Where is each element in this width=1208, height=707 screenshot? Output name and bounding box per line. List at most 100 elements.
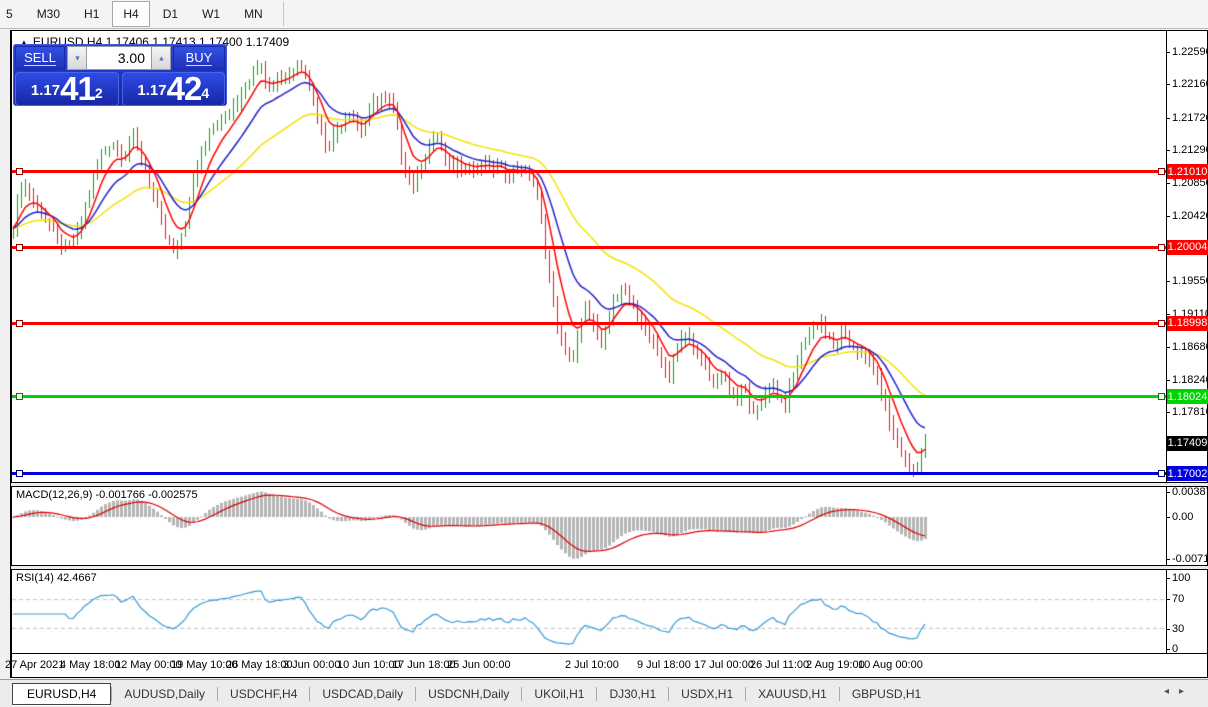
horizontal-level-line[interactable] bbox=[12, 395, 1166, 399]
x-axis-date-label: 17 Jul 00:00 bbox=[694, 659, 754, 671]
timeframe-button-5[interactable]: 5 bbox=[0, 1, 24, 27]
volume-decrease-button[interactable]: ▼ bbox=[67, 46, 87, 70]
level-line-handle[interactable] bbox=[1158, 319, 1165, 327]
level-line-handle[interactable] bbox=[16, 393, 23, 401]
sell-price-pip: 2 bbox=[94, 85, 103, 101]
x-axis-date-label: 9 Jul 18:00 bbox=[637, 659, 691, 671]
chart-tab-gbpusd[interactable]: GBPUSD,H1 bbox=[840, 684, 933, 704]
level-line-handle[interactable] bbox=[16, 319, 23, 327]
sell-button[interactable]: SELL bbox=[15, 46, 65, 70]
level-price-label: 1.21010 bbox=[1167, 164, 1208, 180]
horizontal-level-line[interactable] bbox=[12, 321, 1166, 325]
macd-axis-value-tick-mark bbox=[1166, 492, 1170, 493]
timeframe-button-h1[interactable]: H1 bbox=[73, 1, 110, 27]
tab-scroll-right-icon[interactable]: ▸ bbox=[1179, 686, 1194, 697]
level-line-handle[interactable] bbox=[1158, 168, 1165, 176]
rsi-axis-value-tick-mark bbox=[1166, 649, 1170, 650]
level-line-handle[interactable] bbox=[16, 470, 23, 478]
x-axis-date-label: 25 Jun 00:00 bbox=[447, 659, 511, 671]
level-line-handle[interactable] bbox=[1158, 243, 1165, 251]
chart-tab-eurusd[interactable]: EURUSD,H4 bbox=[12, 682, 112, 705]
price-axis-tick: 1.22590 bbox=[1172, 46, 1208, 58]
rsi-indicator-canvas[interactable] bbox=[12, 570, 1166, 652]
volume-input[interactable] bbox=[87, 47, 151, 69]
rsi-axis-value: 0 bbox=[1172, 643, 1179, 655]
chart-tab-bar: EURUSD,H4 AUDUSD,Daily USDCHF,H4 USDCAD,Dai… bbox=[0, 679, 1208, 707]
price-axis-tick: 1.18680 bbox=[1172, 340, 1208, 353]
tab-scroll-left-icon[interactable]: ◂ bbox=[1164, 686, 1179, 697]
up-arrow-icon: ▲ bbox=[157, 54, 165, 62]
price-axis-tick: 1.20420 bbox=[1172, 209, 1208, 222]
chart-tab-xauusd[interactable]: XAUUSD,H1 bbox=[746, 684, 839, 704]
timeframe-buttons-group: 5 M30 H1 H4 D1 W1 MN bbox=[0, 1, 275, 27]
price-axis-tick: 1.18240 bbox=[1172, 373, 1208, 386]
chart-tab-dj30[interactable]: DJ30,H1 bbox=[597, 684, 668, 704]
level-price-label: 1.18998 bbox=[1167, 315, 1208, 331]
macd-axis-value: 0.003873 bbox=[1172, 486, 1208, 498]
level-line-handle[interactable] bbox=[16, 168, 23, 176]
level-price-label: 1.20004 bbox=[1167, 239, 1208, 255]
price-axis-tick-mark bbox=[1166, 215, 1170, 217]
rsi-axis-value: 30 bbox=[1172, 623, 1185, 635]
price-axis-tick: 1.19550 bbox=[1172, 275, 1208, 288]
x-axis-date-label: 3 Jun 00:00 bbox=[283, 659, 341, 671]
price-axis-tick-mark bbox=[1166, 346, 1170, 348]
timeframe-toolbar: 5 M30 H1 H4 D1 W1 MN bbox=[0, 0, 1208, 29]
volume-increase-button[interactable]: ▲ bbox=[151, 46, 171, 70]
horizontal-level-line[interactable] bbox=[12, 170, 1166, 174]
rsi-axis-value-tick-mark bbox=[1166, 599, 1170, 600]
timeframe-button-mn[interactable]: MN bbox=[233, 1, 274, 27]
volume-field-wrap bbox=[87, 46, 151, 70]
chart-tab-usdchf[interactable]: USDCHF,H4 bbox=[218, 684, 309, 704]
chart-tab-audusd[interactable]: AUDUSD,Daily bbox=[112, 684, 217, 704]
timeframe-button-d1[interactable]: D1 bbox=[152, 1, 189, 27]
price-axis-tick-mark bbox=[1166, 281, 1170, 283]
chart-tab-usdcnh[interactable]: USDCNH,Daily bbox=[416, 684, 521, 704]
buy-price-display[interactable]: 1.17 42 4 bbox=[121, 72, 225, 106]
macd-axis-value: -0.00719 bbox=[1172, 553, 1208, 565]
level-line-handle[interactable] bbox=[1158, 393, 1165, 401]
price-axis-tick: 1.21290 bbox=[1172, 143, 1208, 156]
price-axis-tick-mark bbox=[1166, 117, 1170, 119]
chart-tab-usdx[interactable]: USDX,H1 bbox=[669, 684, 745, 704]
sell-price-small: 1.17 bbox=[30, 82, 61, 99]
rsi-axis-value-tick-mark bbox=[1166, 578, 1170, 579]
tab-scroll-arrows: ◂▸ bbox=[1164, 686, 1194, 697]
price-axis-tick-mark bbox=[1166, 379, 1170, 381]
down-arrow-icon: ▼ bbox=[73, 54, 81, 62]
level-line-handle[interactable] bbox=[16, 243, 23, 251]
x-axis-date-label: 26 Jul 11:00 bbox=[750, 659, 810, 671]
rsi-pane-bottom-border bbox=[11, 653, 1208, 654]
chart-tab-usdcad[interactable]: USDCAD,Daily bbox=[310, 684, 415, 704]
timeframe-button-m30[interactable]: M30 bbox=[26, 1, 71, 27]
x-axis-date-label: 2 Jul 10:00 bbox=[565, 659, 619, 671]
sell-price-big: 41 bbox=[60, 70, 96, 107]
level-price-label: 1.17002 bbox=[1167, 466, 1208, 482]
chart-tab-ukoil[interactable]: UKOil,H1 bbox=[522, 684, 596, 704]
price-axis-tick-mark bbox=[1166, 412, 1170, 414]
price-axis-tick: 1.22160 bbox=[1172, 78, 1208, 91]
x-axis-date-label: 27 Apr 2021 bbox=[5, 659, 65, 671]
horizontal-level-line[interactable] bbox=[12, 472, 1166, 476]
timeframe-button-h4[interactable]: H4 bbox=[112, 1, 150, 27]
price-axis-tick: 1.21720 bbox=[1172, 111, 1208, 124]
rsi-axis-value: 70 bbox=[1172, 593, 1185, 605]
one-click-trade-panel: SELL ▼ ▲ BUY 1.17412 1.17424 bbox=[13, 44, 227, 106]
trading-app-window: 5 M30 H1 H4 D1 W1 MN ▲ EURUSD,H4 1.17406 1.1741… bbox=[0, 0, 1208, 707]
level-line-handle[interactable] bbox=[1158, 470, 1165, 478]
current-price-label: 1.17409 bbox=[1167, 435, 1208, 451]
sell-price-display[interactable]: 1.17 41 2 bbox=[15, 72, 119, 106]
macd-label: MACD(12,26,9) -0.001766 -0.002575 bbox=[16, 489, 198, 501]
rsi-axis-value-tick-mark bbox=[1166, 629, 1170, 630]
timeframe-button-w1[interactable]: W1 bbox=[191, 1, 231, 27]
buy-button[interactable]: BUY bbox=[173, 46, 225, 70]
rsi-axis-value: 100 bbox=[1172, 572, 1191, 584]
buy-price-pip: 4 bbox=[201, 85, 210, 101]
price-axis-tick: 1.17810 bbox=[1172, 406, 1208, 419]
horizontal-level-line[interactable] bbox=[12, 245, 1166, 249]
toolbar-separator bbox=[282, 2, 284, 26]
price-axis-tick-mark bbox=[1166, 52, 1170, 53]
macd-axis-value: 0.00 bbox=[1172, 511, 1194, 523]
price-axis-tick-mark bbox=[1166, 149, 1170, 151]
rsi-label: RSI(14) 42.4667 bbox=[16, 572, 97, 584]
